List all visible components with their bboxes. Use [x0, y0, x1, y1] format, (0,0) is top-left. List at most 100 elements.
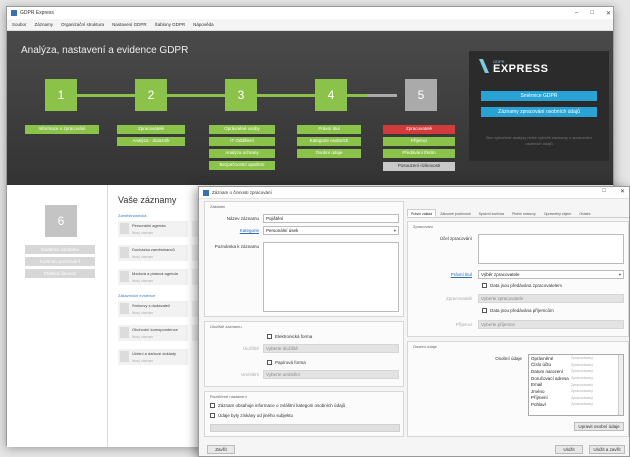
col3-button-2[interactable]: IT Oddělení: [209, 137, 275, 146]
record-item[interactable]: Účetní a daňové doklady Nový záznam: [118, 349, 188, 365]
recipients-input[interactable]: Vyberte příjemce: [478, 320, 624, 329]
dialog-right-column: Právní základ Zákonné povinnosti Správní…: [407, 201, 629, 437]
records-title: Vaše záznamy: [118, 195, 177, 205]
storage-input[interactable]: Vyberte úložiště: [263, 344, 399, 353]
list-item[interactable]: Email Zpracovávaný: [529, 381, 623, 388]
col2-button-1[interactable]: Zpracovatelé: [117, 125, 185, 134]
extra-input[interactable]: [210, 424, 400, 432]
name-input[interactable]: Pojištění: [263, 214, 399, 223]
tab-opravneny-zajem[interactable]: Oprávněný zájem: [540, 209, 575, 217]
col4-button-2[interactable]: Kategorie osobních: [297, 137, 361, 146]
checkbox-icon: [267, 334, 272, 339]
storage-label: Úložiště: [242, 346, 259, 351]
tab-pravni-zaklad[interactable]: Právní základ: [407, 209, 437, 217]
basic-group: Základní Název záznamu Pojištění Kategor…: [204, 201, 404, 317]
col5-button-2[interactable]: Příjemci: [383, 137, 455, 146]
dialog-title: Záznam o činnosti zpracování: [212, 190, 272, 195]
zaznamy-button[interactable]: Záznamy zpracování osobních údajů: [481, 107, 597, 117]
other-subject-checkbox[interactable]: Údaje byly získány od jiného subjektu: [210, 413, 293, 418]
record-item[interactable]: Personální agenda Nový záznam: [118, 221, 188, 237]
special-category-checkbox[interactable]: Záznam obsahuje informace o zvláštní kat…: [210, 403, 345, 408]
recipients-label: Příjemci: [455, 322, 472, 327]
step-2[interactable]: 2: [135, 79, 167, 111]
purpose-textarea[interactable]: [478, 234, 624, 264]
paper-checkbox[interactable]: Papírová forma: [267, 360, 306, 365]
col4-button-3[interactable]: Osobní údaje: [297, 149, 361, 158]
step-3[interactable]: 3: [225, 79, 257, 111]
dialog-save-close-button[interactable]: Uložit a zavřít: [589, 445, 625, 454]
electronic-checkbox[interactable]: Elektronická forma: [267, 334, 312, 339]
edit-personal-data-button[interactable]: Upravit osobní údaje: [574, 422, 624, 431]
col3-button-3[interactable]: Analýza ochrany: [209, 149, 275, 158]
processor-select[interactable]: Výběr zpracovatele: [478, 270, 624, 279]
menu-sablony[interactable]: Šablony GDPR: [155, 22, 186, 27]
col3-button-1[interactable]: Oprávněné osoby: [209, 125, 275, 134]
personal-data-label: Osobní údaje: [495, 356, 522, 361]
list-item[interactable]: Příjmení Zpracovávaný: [529, 395, 623, 402]
name-label: Název záznamu: [226, 216, 259, 221]
menu-nastaveni[interactable]: Nastavení GDPR: [112, 22, 147, 27]
close-icon[interactable]: ✕: [606, 10, 611, 17]
processor-link[interactable]: Právní titul: [412, 272, 472, 277]
dialog-close-icon[interactable]: ✕: [620, 188, 625, 195]
personal-data-list[interactable]: Oprávněné Zpracovávaný Číslo účtu Zpracová…: [528, 354, 624, 416]
record-item[interactable]: Mzdová a platová agenda Nový záznam: [118, 269, 188, 285]
list-item[interactable]: Doručovací adresa Zpracovávaný: [529, 375, 623, 382]
col1-button-1[interactable]: Informace o zpracování: [25, 125, 99, 134]
tab-plneni-smlouvy[interactable]: Plnění smlouvy: [508, 209, 540, 217]
category-link[interactable]: Kategorie: [209, 228, 259, 233]
smernice-button[interactable]: Směrnice GDPR: [481, 91, 597, 101]
location-label: Umístění: [240, 372, 259, 377]
storage-group: Úložiště záznamu Elektronická forma Úlož…: [204, 321, 404, 387]
dialog-save-button[interactable]: Uložit: [555, 445, 583, 454]
menu-organizace[interactable]: Organizační struktura: [61, 22, 104, 27]
dialog-app-icon: [203, 189, 209, 196]
record-item[interactable]: Obchodní korespondence Nový záznam: [118, 325, 188, 341]
list-item[interactable]: Oprávněné Zpracovávaný: [529, 355, 623, 362]
recipients-checkbox[interactable]: Data jsou předávána příjemcům: [482, 308, 554, 313]
list-item[interactable]: Jméno Zpracovávaný: [529, 388, 623, 395]
col2-button-2[interactable]: Analýza - dotazník: [117, 137, 185, 146]
document-icon: [120, 303, 129, 314]
tab-spravni-kontrola[interactable]: Správní kontrola: [475, 209, 509, 217]
step-4[interactable]: 4: [315, 79, 347, 111]
record-dialog: Záznam o činnosti zpracování □ ✕ Základn…: [198, 186, 630, 457]
checkbox-icon: [267, 360, 272, 365]
step-5[interactable]: 5: [405, 79, 437, 111]
dialog-maximize-icon[interactable]: □: [602, 188, 606, 195]
menu-zaznamy[interactable]: Záznamy: [35, 22, 54, 27]
col5-button-1[interactable]: Zpracovatelé: [383, 125, 455, 134]
step6-button-1[interactable]: Evidence záznamu: [25, 245, 95, 254]
menu-soubor[interactable]: Soubor: [12, 22, 27, 27]
list-item[interactable]: Pohlaví Zpracovávaný: [529, 401, 623, 408]
brand-panel: GDPR EXPRESS Směrnice GDPR Záznamy zprac…: [469, 51, 609, 161]
app-icon: [11, 10, 17, 16]
record-item[interactable]: Docházka zaměstnanců Nový záznam: [118, 245, 188, 261]
processors-input[interactable]: Vyberte zpracovatele: [478, 294, 624, 303]
col5-button-4[interactable]: Posouzení rizikovosti: [383, 162, 455, 171]
note-textarea[interactable]: [263, 242, 399, 312]
dialog-controls: □ ✕: [602, 188, 625, 195]
list-item[interactable]: Číslo účtu Zpracovávaný: [529, 362, 623, 369]
minimize-icon[interactable]: –: [575, 10, 578, 16]
step-6[interactable]: 6: [45, 205, 77, 237]
maximize-icon[interactable]: □: [590, 10, 594, 16]
menu-napoveda[interactable]: Nápověda: [193, 22, 214, 27]
tab-ostatni[interactable]: Ostatní: [575, 209, 594, 217]
list-item[interactable]: Datum narození Zpracovávaný: [529, 368, 623, 375]
category-select[interactable]: Personální úsek: [263, 226, 399, 235]
note-label: Poznámka k záznamu: [214, 244, 259, 249]
col5-button-3[interactable]: Předávání třetím: [383, 149, 455, 158]
processor-checkbox[interactable]: Data jsou předávána zpracovatelem: [482, 283, 562, 288]
dialog-close-button[interactable]: Zavřít: [207, 445, 235, 454]
col4-button-1[interactable]: Právní titul: [297, 125, 361, 134]
tab-zakonne-povinnosti[interactable]: Zákonné povinnosti: [436, 209, 474, 217]
col3-button-4[interactable]: Bezpečnostní opatření: [209, 161, 275, 170]
step-1[interactable]: 1: [45, 79, 77, 111]
step6-button-3[interactable]: Přehled činností: [25, 269, 95, 278]
record-item[interactable]: Smlouvy s dodavateli Nový záznam: [118, 301, 188, 317]
list-scrollbar[interactable]: [618, 355, 623, 415]
location-input[interactable]: Vyberte umístění: [263, 370, 399, 379]
document-icon: [120, 223, 129, 234]
step6-button-2[interactable]: Kontrola zpracování: [25, 257, 95, 266]
